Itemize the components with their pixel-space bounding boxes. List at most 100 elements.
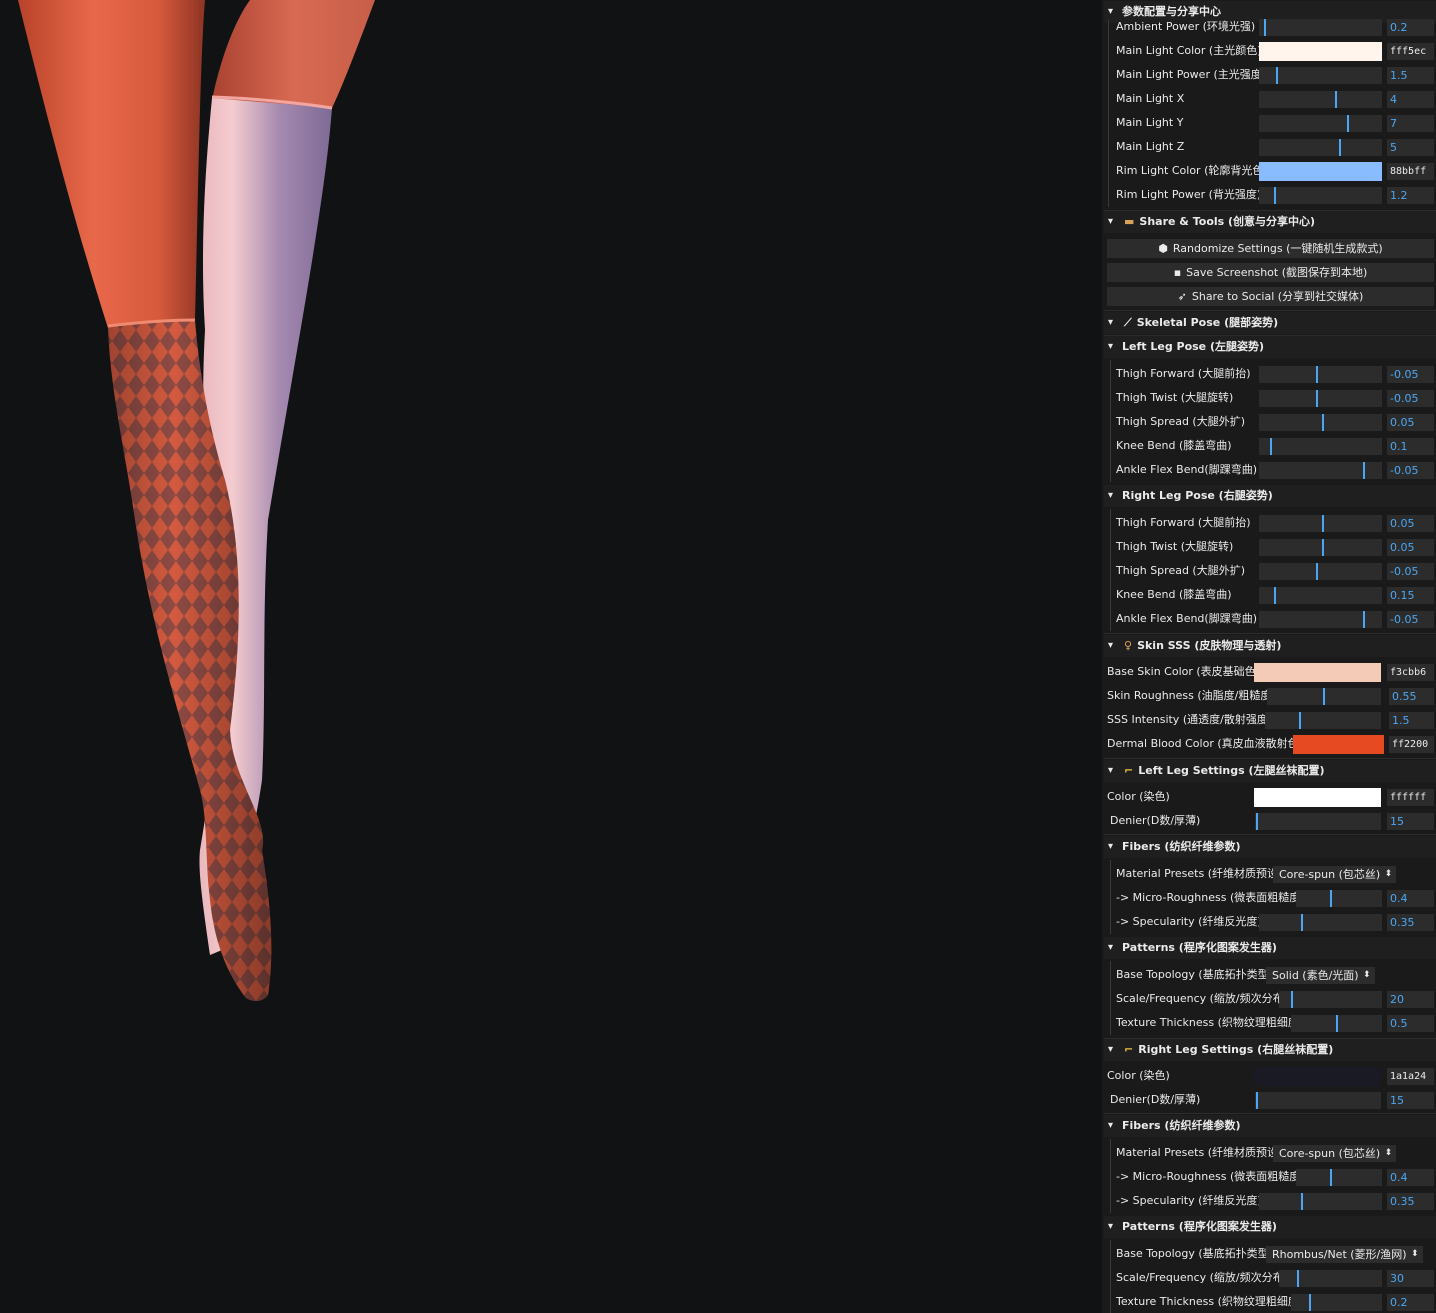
- slider-handle[interactable]: [1301, 1193, 1303, 1210]
- right-leg-specularity-value[interactable]: 0.35: [1387, 1193, 1434, 1210]
- left-leg-base-topology-select[interactable]: Solid (素色/光面) ⬍: [1266, 967, 1375, 984]
- slider-handle[interactable]: [1270, 438, 1272, 455]
- lighting-4-value[interactable]: 7: [1387, 115, 1434, 132]
- lighting-color-6-hex[interactable]: 88bbff: [1387, 163, 1434, 180]
- slider-handle[interactable]: [1316, 563, 1318, 580]
- right-leg-scale-frequency-slider[interactable]: [1279, 1270, 1382, 1287]
- right-pose-1-value[interactable]: 0.05: [1387, 539, 1434, 556]
- left-leg-specularity-value[interactable]: 0.35: [1387, 914, 1434, 931]
- lighting-color-6-swatch[interactable]: [1259, 162, 1382, 181]
- randomize-button[interactable]: ⬢ Randomize Settings (一键随机生成款式): [1107, 239, 1434, 258]
- lighting-7-value[interactable]: 1.2: [1387, 187, 1434, 204]
- left-leg-pose-folder-title[interactable]: ▾ Left Leg Pose (左腿姿势): [1104, 336, 1436, 358]
- left-pose-3-slider[interactable]: [1259, 438, 1382, 455]
- left-leg-settings-folder-title[interactable]: ▾ ⌐ Left Leg Settings (左腿丝袜配置): [1104, 760, 1436, 782]
- slider-handle[interactable]: [1330, 1169, 1332, 1186]
- left-leg-scale-frequency-value[interactable]: 20: [1387, 991, 1434, 1008]
- right-pose-2-slider[interactable]: [1259, 563, 1382, 580]
- right-leg-pose-folder-title[interactable]: ▾ Right Leg Pose (右腿姿势): [1104, 485, 1436, 507]
- left-leg-denier-slider[interactable]: [1255, 813, 1381, 830]
- left-leg-scale-frequency-slider[interactable]: [1279, 991, 1382, 1008]
- right-leg-micro-roughness-value[interactable]: 0.4: [1387, 1169, 1434, 1186]
- slider-handle[interactable]: [1264, 19, 1266, 36]
- sss-intensity-slider[interactable]: [1265, 712, 1381, 729]
- slider-handle[interactable]: [1316, 366, 1318, 383]
- save-screenshot-button[interactable]: ▪ Save Screenshot (截图保存到本地): [1107, 263, 1434, 282]
- skin-roughness-value[interactable]: 0.55: [1389, 688, 1434, 705]
- lighting-0-slider[interactable]: [1259, 19, 1382, 36]
- skin-roughness-slider[interactable]: [1267, 688, 1381, 705]
- lighting-0-value[interactable]: 0.2: [1387, 19, 1434, 36]
- base-skin-color-swatch[interactable]: [1254, 663, 1381, 682]
- right-leg-scale-frequency-value[interactable]: 30: [1387, 1270, 1434, 1287]
- left-leg-specularity-slider[interactable]: [1259, 914, 1382, 931]
- left-leg-material-presets-select[interactable]: Core-spun (包芯丝) ⬍: [1273, 866, 1397, 883]
- slider-handle[interactable]: [1299, 712, 1301, 729]
- lighting-5-value[interactable]: 5: [1387, 139, 1434, 156]
- right-leg-settings-folder-title[interactable]: ▾ ⌐ Right Leg Settings (右腿丝袜配置): [1104, 1039, 1436, 1061]
- slider-handle[interactable]: [1291, 991, 1293, 1008]
- slider-handle[interactable]: [1274, 587, 1276, 604]
- slider-handle[interactable]: [1335, 91, 1337, 108]
- slider-handle[interactable]: [1256, 1092, 1258, 1109]
- slider-handle[interactable]: [1347, 115, 1349, 132]
- right-pose-3-value[interactable]: 0.15: [1387, 587, 1434, 604]
- slider-handle[interactable]: [1276, 67, 1278, 84]
- slider-handle[interactable]: [1323, 688, 1325, 705]
- right-leg-texture-thickness-value[interactable]: 0.2: [1387, 1294, 1434, 1311]
- dermal-blood-color-swatch[interactable]: [1293, 735, 1384, 754]
- slider-handle[interactable]: [1322, 414, 1324, 431]
- lighting-color-1-swatch[interactable]: [1259, 42, 1382, 61]
- left-leg-color-swatch[interactable]: [1254, 788, 1381, 807]
- left-pose-4-slider[interactable]: [1259, 462, 1382, 479]
- slider-handle[interactable]: [1363, 462, 1365, 479]
- right-pose-4-value[interactable]: -0.05: [1387, 611, 1434, 628]
- right-pose-2-value[interactable]: -0.05: [1387, 563, 1434, 580]
- right-leg-color-swatch[interactable]: [1254, 1067, 1381, 1086]
- right-leg-specularity-slider[interactable]: [1259, 1193, 1382, 1210]
- right-leg-texture-thickness-slider[interactable]: [1291, 1294, 1382, 1311]
- slider-handle[interactable]: [1339, 139, 1341, 156]
- lighting-3-slider[interactable]: [1259, 91, 1382, 108]
- sss-intensity-value[interactable]: 1.5: [1389, 712, 1434, 729]
- slider-handle[interactable]: [1322, 539, 1324, 556]
- right-pose-0-slider[interactable]: [1259, 515, 1382, 532]
- share-social-button[interactable]: ➶ Share to Social (分享到社交媒体): [1107, 287, 1434, 306]
- right-leg-micro-roughness-slider[interactable]: [1296, 1169, 1382, 1186]
- lighting-color-1-hex[interactable]: fff5ec: [1387, 43, 1434, 60]
- right-leg-color-hex[interactable]: 1a1a24: [1387, 1068, 1434, 1085]
- left-pose-1-value[interactable]: -0.05: [1387, 390, 1434, 407]
- right-pose-4-slider[interactable]: [1259, 611, 1382, 628]
- left-leg-color-hex[interactable]: ffffff: [1387, 789, 1434, 806]
- right-leg-denier-slider[interactable]: [1255, 1092, 1381, 1109]
- right-pose-3-slider[interactable]: [1259, 587, 1382, 604]
- right-leg-patterns-folder-title[interactable]: ▾ Patterns (程序化图案发生器): [1104, 1216, 1436, 1238]
- left-leg-micro-roughness-value[interactable]: 0.4: [1387, 890, 1434, 907]
- left-pose-2-value[interactable]: 0.05: [1387, 414, 1434, 431]
- right-leg-material-presets-select[interactable]: Core-spun (包芯丝) ⬍: [1273, 1145, 1397, 1162]
- left-pose-3-value[interactable]: 0.1: [1387, 438, 1434, 455]
- left-pose-2-slider[interactable]: [1259, 414, 1382, 431]
- left-pose-4-value[interactable]: -0.05: [1387, 462, 1434, 479]
- right-leg-denier-value[interactable]: 15: [1387, 1092, 1434, 1109]
- slider-handle[interactable]: [1256, 813, 1258, 830]
- left-leg-texture-thickness-value[interactable]: 0.5: [1387, 1015, 1434, 1032]
- slider-handle[interactable]: [1316, 390, 1318, 407]
- left-leg-fibers-folder-title[interactable]: ▾ Fibers (纺织纤维参数): [1104, 836, 1436, 858]
- left-leg-patterns-folder-title[interactable]: ▾ Patterns (程序化图案发生器): [1104, 937, 1436, 959]
- left-pose-0-value[interactable]: -0.05: [1387, 366, 1434, 383]
- slider-handle[interactable]: [1301, 914, 1303, 931]
- render-viewport[interactable]: [0, 0, 1102, 1313]
- right-leg-base-topology-select[interactable]: Rhombus/Net (菱形/渔网) ⬍: [1266, 1246, 1423, 1263]
- right-pose-0-value[interactable]: 0.05: [1387, 515, 1434, 532]
- slider-handle[interactable]: [1336, 1015, 1338, 1032]
- lighting-3-value[interactable]: 4: [1387, 91, 1434, 108]
- base-skin-color-hex[interactable]: f3cbb6: [1387, 664, 1434, 681]
- left-pose-1-slider[interactable]: [1259, 390, 1382, 407]
- skin-folder-title[interactable]: ▾ ♀ Skin SSS (皮肤物理与透射): [1104, 635, 1436, 657]
- left-leg-denier-value[interactable]: 15: [1387, 813, 1434, 830]
- lighting-5-slider[interactable]: [1259, 139, 1382, 156]
- left-leg-micro-roughness-slider[interactable]: [1296, 890, 1382, 907]
- slider-handle[interactable]: [1309, 1294, 1311, 1311]
- slider-handle[interactable]: [1363, 611, 1365, 628]
